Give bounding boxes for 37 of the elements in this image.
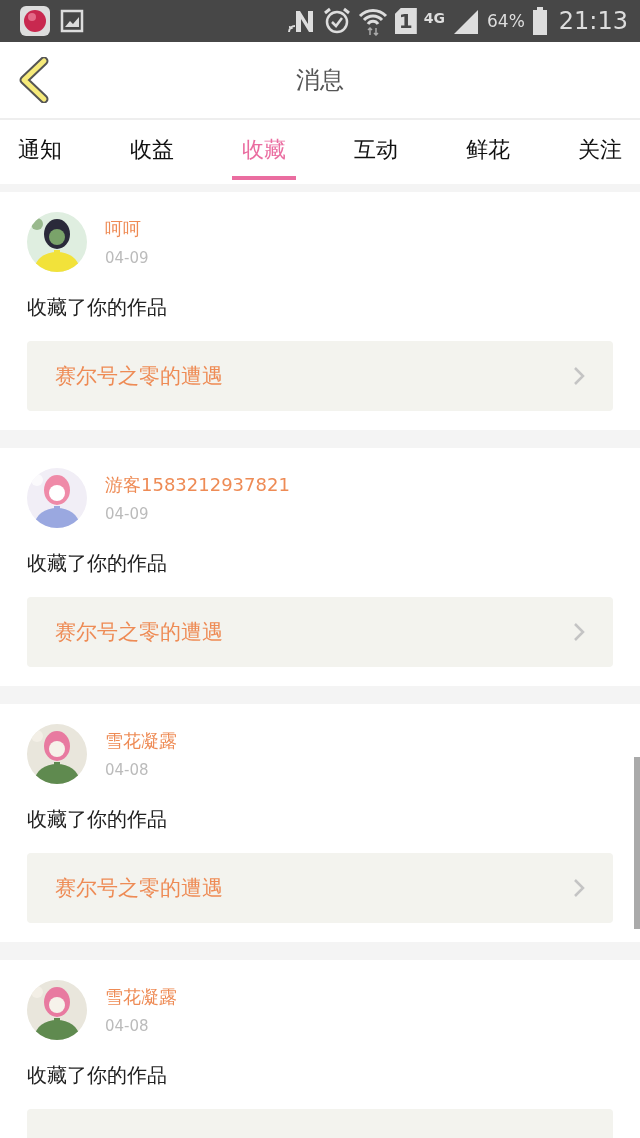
- work-link[interactable]: 赛尔号之零的遭遇: [27, 853, 613, 923]
- app-icon: [20, 6, 50, 36]
- battery-percent: 64%: [487, 11, 525, 31]
- chevron-icon: [573, 878, 585, 898]
- user-name[interactable]: 雪花凝露: [105, 985, 177, 1009]
- work-link[interactable]: 赛尔号之零的遭遇: [27, 341, 613, 411]
- message-text: 收藏了你的作品: [27, 294, 168, 321]
- user-name[interactable]: 呵呵: [105, 217, 141, 241]
- user-name[interactable]: 雪花凝露: [105, 729, 177, 753]
- tab[interactable]: 收藏: [232, 124, 296, 180]
- signal-icon: [452, 8, 481, 34]
- image-icon: [60, 9, 84, 33]
- date: 04-08: [105, 1017, 149, 1035]
- date: 04-08: [105, 761, 149, 779]
- chevron-icon: [573, 366, 585, 386]
- user-name[interactable]: 游客1583212937821: [105, 473, 290, 497]
- wifi-icon: [357, 6, 388, 36]
- message-text: 收藏了你的作品: [27, 550, 168, 577]
- network-type: 4G: [423, 10, 446, 26]
- clock: 21:13: [558, 7, 628, 35]
- sim-icon: 1: [394, 8, 417, 34]
- back-icon[interactable]: [18, 57, 50, 103]
- tab[interactable]: 关注: [568, 124, 632, 180]
- alarm-icon: [322, 7, 351, 35]
- tab[interactable]: 通知: [8, 124, 72, 180]
- date: 04-09: [105, 249, 149, 267]
- message-text: 收藏了你的作品: [27, 1062, 168, 1089]
- work-link[interactable]: 赛尔号之零的遭遇: [27, 597, 613, 667]
- battery-icon: [531, 7, 548, 35]
- page-title: 消息: [296, 65, 344, 96]
- nfc-icon: [287, 8, 316, 34]
- chevron-icon: [573, 622, 585, 642]
- tab[interactable]: 收益: [120, 124, 184, 180]
- date: 04-09: [105, 505, 149, 523]
- tab[interactable]: 鲜花: [456, 124, 520, 180]
- tab[interactable]: 互动: [344, 124, 408, 180]
- message-text: 收藏了你的作品: [27, 806, 168, 833]
